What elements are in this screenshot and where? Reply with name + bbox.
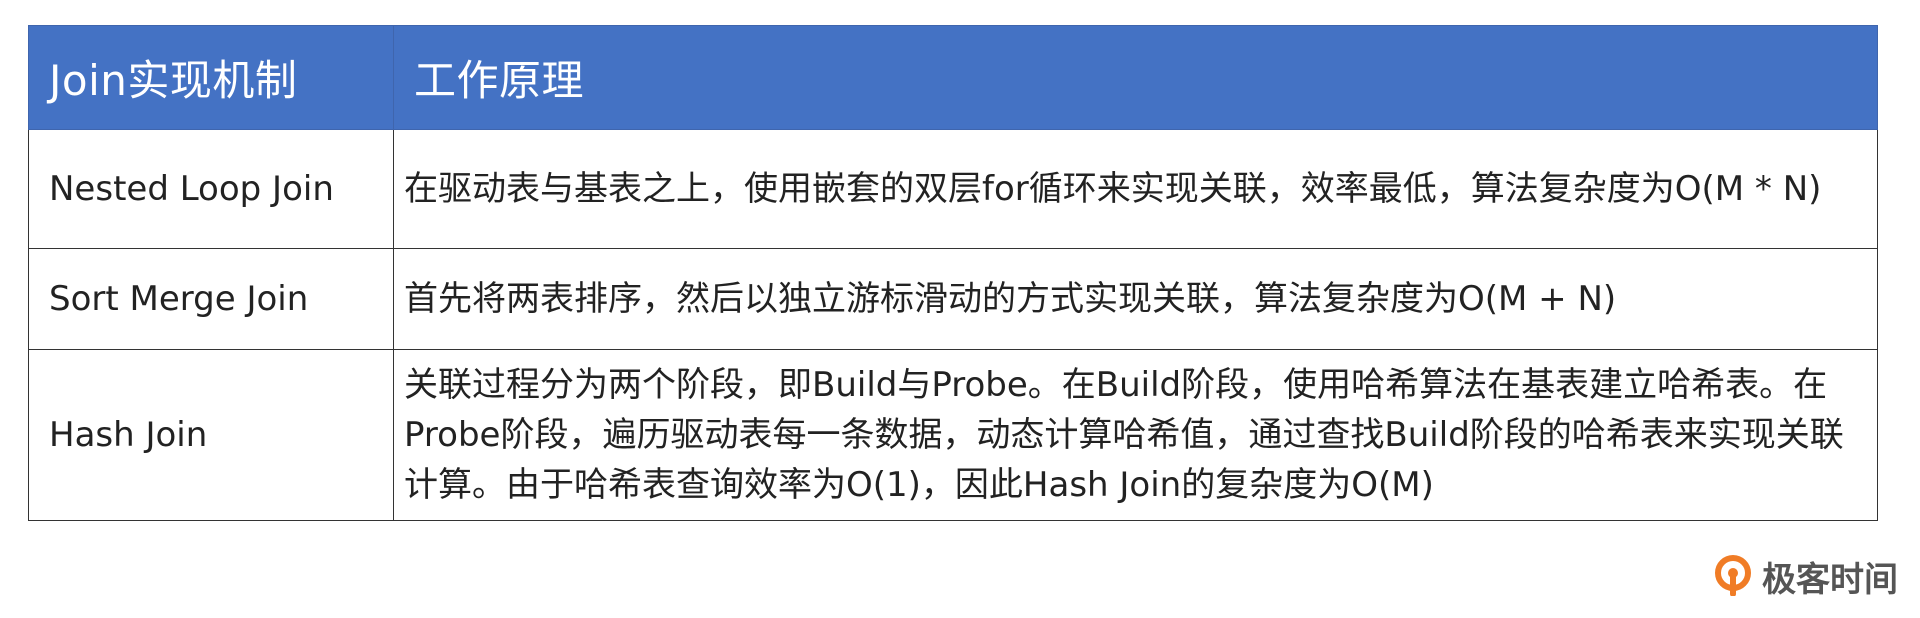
- geektime-logo: 极客时间: [1712, 552, 1898, 601]
- page: Join实现机制 工作原理 Nested Loop Join 在驱动表与基表之上…: [0, 0, 1920, 618]
- mechanism-cell: Nested Loop Join: [28, 129, 394, 249]
- table-row: Hash Join 关联过程分为两个阶段，即Build与Probe。在Build…: [28, 349, 1878, 521]
- mechanism-cell: Sort Merge Join: [28, 248, 394, 350]
- table-header-row: Join实现机制 工作原理: [28, 25, 1878, 130]
- table-row: Sort Merge Join 首先将两表排序，然后以独立游标滑动的方式实现关联…: [28, 248, 1878, 350]
- header-mechanism: Join实现机制: [28, 25, 394, 130]
- geektime-logo-icon: [1712, 554, 1754, 600]
- principle-cell: 关联过程分为两个阶段，即Build与Probe。在Build阶段，使用哈希算法在…: [393, 349, 1878, 521]
- principle-cell: 首先将两表排序，然后以独立游标滑动的方式实现关联，算法复杂度为O(M + N): [393, 248, 1878, 350]
- header-principle: 工作原理: [393, 25, 1878, 130]
- join-mechanism-table: Join实现机制 工作原理 Nested Loop Join 在驱动表与基表之上…: [28, 25, 1878, 521]
- logo-text: 极客时间: [1762, 560, 1898, 600]
- principle-cell: 在驱动表与基表之上，使用嵌套的双层for循环来实现关联，效率最低，算法复杂度为O…: [393, 129, 1878, 249]
- table-row: Nested Loop Join 在驱动表与基表之上，使用嵌套的双层for循环来…: [28, 129, 1878, 249]
- mechanism-cell: Hash Join: [28, 349, 394, 521]
